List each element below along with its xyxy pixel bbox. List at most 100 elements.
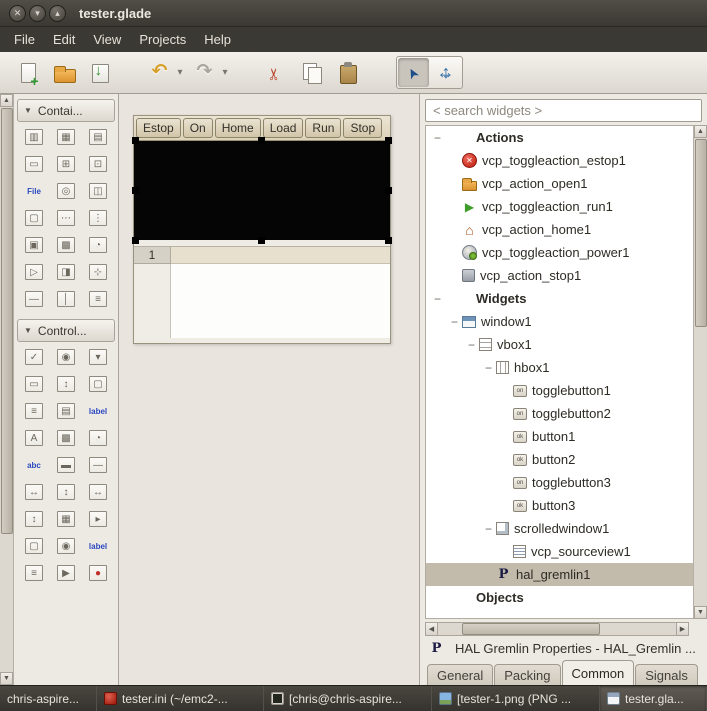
frame-icon[interactable]: ▭: [25, 156, 43, 172]
tree-item-vcp-toggleaction-estop1[interactable]: ✕vcp_toggleaction_estop1: [426, 149, 693, 172]
tree-item-togglebutton2[interactable]: ontogglebutton2: [426, 402, 693, 425]
hscroll-track[interactable]: [438, 622, 676, 636]
tree-scrollbar-thumb[interactable]: [695, 139, 707, 327]
accel-label-icon[interactable]: abc: [25, 457, 43, 473]
combobox-icon[interactable]: ▾: [89, 349, 107, 365]
expander-icon[interactable]: ▷: [25, 264, 43, 280]
minimize-button[interactable]: ▾: [29, 5, 46, 22]
selection-handle[interactable]: [385, 237, 392, 244]
hbox-icon[interactable]: ▥: [25, 129, 43, 145]
tab-signals[interactable]: Signals: [635, 664, 698, 685]
textview-icon[interactable]: ≡: [25, 403, 43, 419]
tree-item-button1[interactable]: okbutton1: [426, 425, 693, 448]
record-icon[interactable]: ●: [89, 565, 107, 581]
drag-resize-button[interactable]: [430, 58, 461, 87]
taskbar-item-tester-1-png-png[interactable]: [tester-1.png (PNG ...: [432, 686, 600, 711]
label-icon[interactable]: label: [89, 403, 107, 419]
button-icon[interactable]: ▢: [89, 376, 107, 392]
scroll-up-icon[interactable]: ▲: [0, 94, 13, 107]
tree-item-button2[interactable]: okbutton2: [426, 448, 693, 471]
play-icon[interactable]: ▶: [57, 565, 75, 581]
selection-handle[interactable]: [258, 137, 265, 144]
fixed-icon[interactable]: ⊹: [89, 264, 107, 280]
colorbutton-icon[interactable]: ▩: [57, 430, 75, 446]
notebook-icon[interactable]: ▤: [89, 129, 107, 145]
expander-icon[interactable]: −: [449, 315, 460, 329]
image-icon[interactable]: ◔: [89, 430, 107, 446]
new-button[interactable]: [11, 56, 44, 89]
scroll-down-icon[interactable]: ▼: [694, 606, 707, 619]
tab-packing[interactable]: Packing: [494, 664, 560, 685]
aspect-frame-icon[interactable]: ⊡: [89, 156, 107, 172]
selection-handle[interactable]: [132, 187, 139, 194]
tree-item-vcp-toggleaction-power1[interactable]: vcp_toggleaction_power1: [426, 241, 693, 264]
tree-hscrollbar[interactable]: ◀ ▶: [425, 622, 689, 636]
tree-group-actions[interactable]: −Actions: [426, 126, 693, 149]
progressbar-icon[interactable]: ▬: [57, 457, 75, 473]
selection-handle[interactable]: [132, 137, 139, 144]
tree-item-vcp-action-home1[interactable]: ⌂vcp_action_home1: [426, 218, 693, 241]
hseparator-icon[interactable]: —: [25, 291, 43, 307]
palette-section-control[interactable]: ▼Control...: [17, 319, 115, 342]
fontbutton-icon[interactable]: A: [25, 430, 43, 446]
arrow-icon[interactable]: ▸: [89, 511, 107, 527]
palette-section-contai[interactable]: ▼Contai...: [17, 99, 115, 122]
save-button[interactable]: [83, 56, 116, 89]
designed-sourceview[interactable]: 1: [134, 246, 390, 338]
hscale-icon[interactable]: ↔: [25, 484, 43, 500]
expander-icon[interactable]: −: [466, 338, 477, 352]
volume-button-icon[interactable]: ◉: [57, 538, 75, 554]
cut-button[interactable]: [259, 56, 292, 89]
table-icon[interactable]: ▦: [57, 129, 75, 145]
tree-item-button3[interactable]: okbutton3: [426, 494, 693, 517]
design-button-run[interactable]: Run: [305, 118, 341, 138]
undo-button[interactable]: [144, 56, 177, 89]
treeview-icon[interactable]: ▤: [57, 403, 75, 419]
tree-group-objects[interactable]: Objects: [426, 586, 693, 609]
radiobutton-icon[interactable]: ◉: [57, 349, 75, 365]
selection-handle[interactable]: [132, 237, 139, 244]
scroll-right-icon[interactable]: ▶: [676, 622, 689, 636]
drawing-area-icon[interactable]: ◔: [89, 237, 107, 253]
selection-handle[interactable]: [385, 137, 392, 144]
handle-box-icon[interactable]: ◨: [57, 264, 75, 280]
tree-item-togglebutton1[interactable]: ontogglebutton1: [426, 379, 693, 402]
tree-item-window1[interactable]: −window1: [426, 310, 693, 333]
vscale-icon[interactable]: ↕: [57, 484, 75, 500]
palette-scrollbar-thumb[interactable]: [1, 108, 13, 534]
hpaned-icon[interactable]: ◫: [89, 183, 107, 199]
statusbar-icon[interactable]: —: [89, 457, 107, 473]
checkbutton-icon[interactable]: ✓: [25, 349, 43, 365]
expander-icon[interactable]: −: [483, 522, 494, 536]
scroll-down-icon[interactable]: ▼: [0, 672, 13, 685]
chevron-down-icon[interactable]: ▾: [174, 67, 186, 78]
maximize-button[interactable]: ▴: [49, 5, 66, 22]
menu-help[interactable]: Help: [195, 28, 240, 52]
expander-icon[interactable]: −: [432, 131, 443, 145]
selection-handle[interactable]: [385, 187, 392, 194]
iconview-icon[interactable]: ▩: [57, 237, 75, 253]
taskbar-item-tester-ini-emc2[interactable]: tester.ini (~/emc2-...: [97, 686, 264, 711]
menu-view[interactable]: View: [84, 28, 130, 52]
menu-projects[interactable]: Projects: [130, 28, 195, 52]
design-button-stop[interactable]: Stop: [343, 118, 382, 138]
design-button-estop[interactable]: Estop: [136, 118, 181, 138]
spinbutton-icon[interactable]: ↕: [57, 376, 75, 392]
close-button[interactable]: ✕: [9, 5, 26, 22]
open-button[interactable]: [47, 56, 80, 89]
sourceview-text-area[interactable]: [171, 264, 390, 338]
link-button-icon[interactable]: label: [89, 538, 107, 554]
tree-item-hal-gremlin1[interactable]: Phal_gremlin1: [426, 563, 693, 586]
scroll-left-icon[interactable]: ◀: [425, 622, 438, 636]
tab-common[interactable]: Common: [562, 660, 635, 685]
eventbox-icon[interactable]: ▢: [25, 538, 43, 554]
tab-general[interactable]: General: [427, 664, 493, 685]
hscrollbar-icon[interactable]: ↔: [89, 484, 107, 500]
tree-item-hbox1[interactable]: −hbox1: [426, 356, 693, 379]
gremlin-3d-view[interactable]: [134, 141, 390, 240]
taskbar-item-chris-aspire[interactable]: chris-aspire...: [0, 686, 97, 711]
viewport-icon[interactable]: ▣: [25, 237, 43, 253]
tree-item-vcp-action-open1[interactable]: vcp_action_open1: [426, 172, 693, 195]
design-button-home[interactable]: Home: [215, 118, 261, 138]
tree-item-scrolledwindow1[interactable]: −scrolledwindow1: [426, 517, 693, 540]
